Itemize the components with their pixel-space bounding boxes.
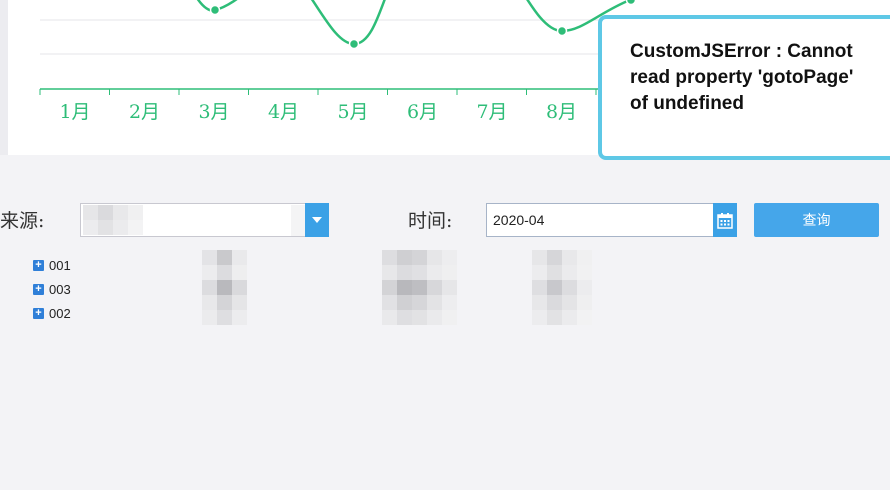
x-tick-label: 4月 [268, 101, 299, 123]
source-label: 来源: [0, 210, 45, 232]
redacted-pixel [98, 220, 113, 235]
time-label: 时间: [408, 210, 453, 232]
data-point [348, 38, 360, 50]
query-button[interactable]: 查询 [754, 203, 879, 237]
x-tick-label: 3月 [198, 101, 229, 123]
redacted-pixel [98, 205, 113, 220]
redacted-pixel [128, 220, 143, 235]
x-tick-label: 5月 [337, 101, 368, 123]
calendar-button[interactable] [713, 203, 737, 237]
x-tick-label: 7月 [476, 101, 507, 123]
time-input-value: 2020-04 [493, 212, 545, 228]
x-tick-label: 1月 [59, 101, 90, 123]
expand-icon[interactable]: + [33, 283, 44, 295]
tree-item[interactable]: + 002 [33, 304, 71, 322]
x-tick-label: 8月 [546, 101, 577, 123]
redacted-pixel [128, 205, 143, 220]
time-input[interactable]: 2020-04 [486, 203, 737, 237]
expand-icon[interactable]: + [33, 259, 44, 271]
redacted-pixel [83, 220, 98, 235]
expand-icon[interactable]: + [33, 307, 44, 319]
tree-item-label: 002 [49, 305, 71, 321]
series-line [196, 0, 631, 46]
data-point [625, 0, 637, 6]
data-point [209, 4, 221, 16]
dropdown-arrow-button[interactable] [305, 203, 329, 237]
redacted-pixel [291, 205, 306, 236]
tree-item-label: 001 [49, 257, 71, 273]
calendar-icon [717, 212, 733, 229]
tree-item-label: 003 [49, 281, 71, 297]
redacted-pixel [113, 220, 128, 235]
error-message: CustomJSError : Cannot read property 'go… [630, 41, 854, 114]
source-select[interactable] [80, 203, 329, 237]
x-tick-label: 2月 [129, 101, 160, 123]
tree-item[interactable]: + 001 [33, 256, 71, 274]
data-point [556, 25, 568, 37]
tree-item[interactable]: + 003 [33, 280, 71, 298]
x-tick-label: 6月 [407, 101, 438, 123]
redacted-pixel [113, 205, 128, 220]
error-popup: CustomJSError : Cannot read property 'go… [598, 15, 890, 160]
redacted-pixel [83, 205, 98, 220]
chevron-down-icon [312, 217, 322, 223]
